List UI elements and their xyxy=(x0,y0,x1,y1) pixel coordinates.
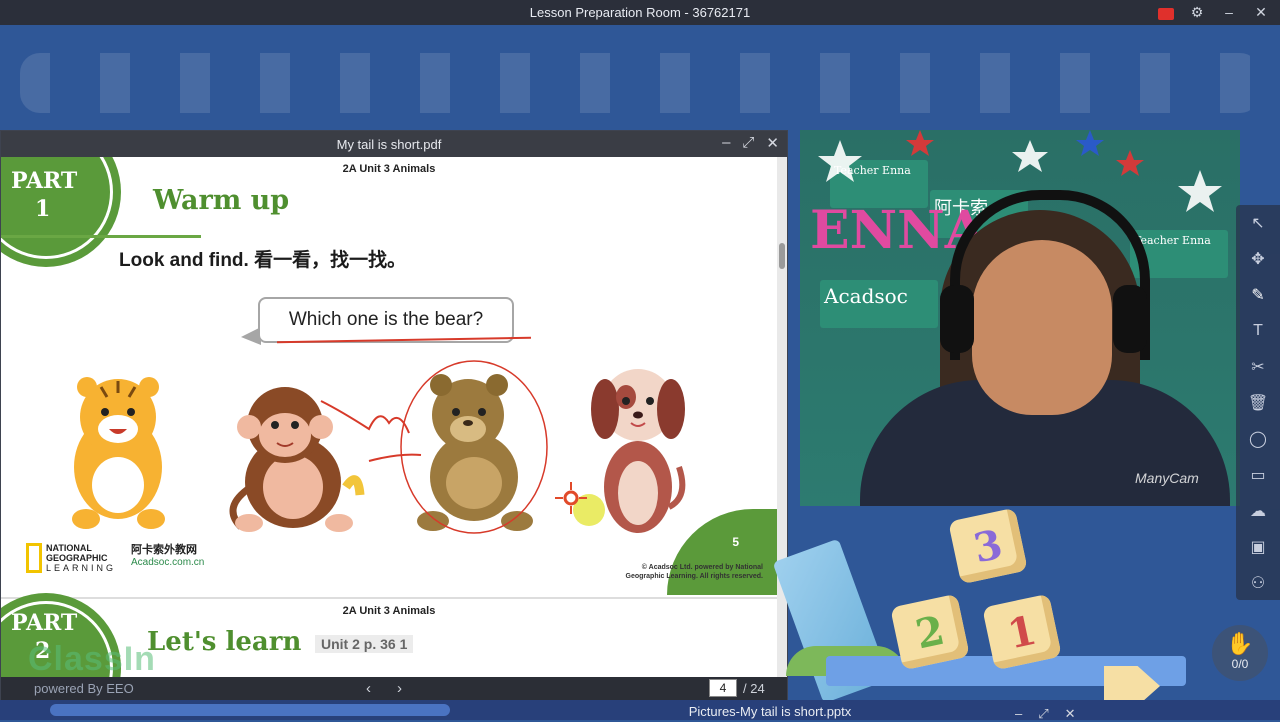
raise-hand-button[interactable]: ✋ 0/0 xyxy=(1212,625,1268,681)
section-subtitle: Unit 2 p. 36 1 xyxy=(315,635,414,653)
hand-icon: ✋ xyxy=(1226,631,1254,656)
page-number-input[interactable]: 4 xyxy=(709,679,737,697)
acadsoc-logo: 阿卡索外教网 Acadsoc.com.cn xyxy=(131,544,205,568)
pointer-icon[interactable]: ↖ xyxy=(1236,205,1280,241)
pen-icon[interactable]: ✎ xyxy=(1236,277,1280,313)
divider xyxy=(1,235,201,238)
pdf-titlebar[interactable]: My tail is short.pdf – ⤢ ✕ xyxy=(1,131,787,157)
record-icon[interactable] xyxy=(1158,7,1174,20)
maximize-icon[interactable]: ⤢ xyxy=(742,134,754,152)
copyright-text: © Acadsoc Ltd. powered by National Geogr… xyxy=(625,564,763,580)
part-label: PART 1 xyxy=(11,168,78,222)
unit-header: 2A Unit 3 Animals xyxy=(342,605,436,617)
laser-pointer-icon xyxy=(555,482,605,526)
question-text: Which one is the bear? xyxy=(288,309,484,330)
page-total: / 24 xyxy=(743,680,765,696)
section-title: Warm up xyxy=(153,185,290,216)
pdf-viewport[interactable]: PART 1 2A Unit 3 Animals Warm up Look an… xyxy=(1,157,777,677)
number-block: 3 xyxy=(948,507,1028,585)
horizontal-scrollbar[interactable] xyxy=(50,704,450,716)
pptx-window-title[interactable]: Pictures-My tail is short.pptx xyxy=(640,704,900,719)
next-page-button[interactable]: › xyxy=(397,680,402,697)
headset-ear xyxy=(940,285,974,353)
bear-illustration xyxy=(417,374,533,531)
close-icon[interactable]: ✕ xyxy=(766,134,779,152)
settings-gear-icon[interactable]: ⚙ xyxy=(1188,3,1206,21)
tiger-illustration xyxy=(72,377,165,529)
pdf-window[interactable]: My tail is short.pdf – ⤢ ✕ PART 1 2A Uni… xyxy=(0,130,788,702)
window-title: Lesson Preparation Room - 36762171 xyxy=(529,5,751,20)
drawing-toolbar: ↖ ✥ ✎ T ✂ 🗑 ◯ ▭ ☁ ▣ ⚇ xyxy=(1236,205,1280,600)
headset-ear xyxy=(1113,285,1147,353)
move-icon[interactable]: ✥ xyxy=(1236,241,1280,277)
scrollbar-thumb[interactable] xyxy=(779,243,785,269)
annotation-stroke xyxy=(320,400,410,434)
page-number: 5 xyxy=(732,535,739,549)
background-watermark xyxy=(20,53,1260,113)
section-title: Let's learn xyxy=(147,627,302,657)
monkey-illustration xyxy=(229,387,365,532)
decorative-blocks: 3 2 1 xyxy=(772,506,1236,720)
trash-icon[interactable]: 🗑 xyxy=(1236,385,1280,421)
raise-hand-count: 0/0 xyxy=(1231,657,1249,671)
text-icon[interactable]: T xyxy=(1236,313,1280,349)
cloud-icon[interactable]: ☁ xyxy=(1236,493,1280,529)
users-icon[interactable]: ⚇ xyxy=(1236,565,1280,601)
animal-illustrations xyxy=(72,360,686,534)
minimize-icon[interactable]: – xyxy=(722,134,730,152)
powered-by-text: powered By EEO xyxy=(34,681,134,696)
dog-illustration xyxy=(591,369,686,533)
prev-page-button[interactable]: ‹ xyxy=(366,680,371,697)
pdf-title: My tail is short.pdf xyxy=(336,137,442,152)
toolbox-icon[interactable]: ▣ xyxy=(1236,529,1280,565)
pdf-page: PART 1 2A Unit 3 Animals Warm up Look an… xyxy=(1,157,777,595)
instruction-text: Look and find. 看一看，找一找。 xyxy=(119,250,407,271)
stage-background xyxy=(0,25,1280,130)
minimize-icon[interactable]: – xyxy=(1220,3,1238,21)
speech-bubble: Which one is the bear? xyxy=(258,297,514,343)
shapes-icon[interactable]: ◯ xyxy=(1236,421,1280,457)
unit-header: 2A Unit 3 Animals xyxy=(342,163,436,175)
app-titlebar: Lesson Preparation Room - 36762171 ⚙ – ✕ xyxy=(0,0,1280,25)
manycam-watermark: ManyCam xyxy=(1135,470,1199,486)
national-geographic-logo: NATIONAL GEOGRAPHIC LEARNING xyxy=(26,543,116,573)
close-icon[interactable]: ✕ xyxy=(1252,3,1270,21)
scissors-icon[interactable]: ✂ xyxy=(1236,349,1280,385)
teacher-video[interactable]: Teacher Enna 阿卡索 Acadsoc Teacher Enna EN… xyxy=(800,130,1240,506)
screen-icon[interactable]: ▭ xyxy=(1236,457,1280,493)
classin-watermark: ClassIn xyxy=(28,640,156,678)
